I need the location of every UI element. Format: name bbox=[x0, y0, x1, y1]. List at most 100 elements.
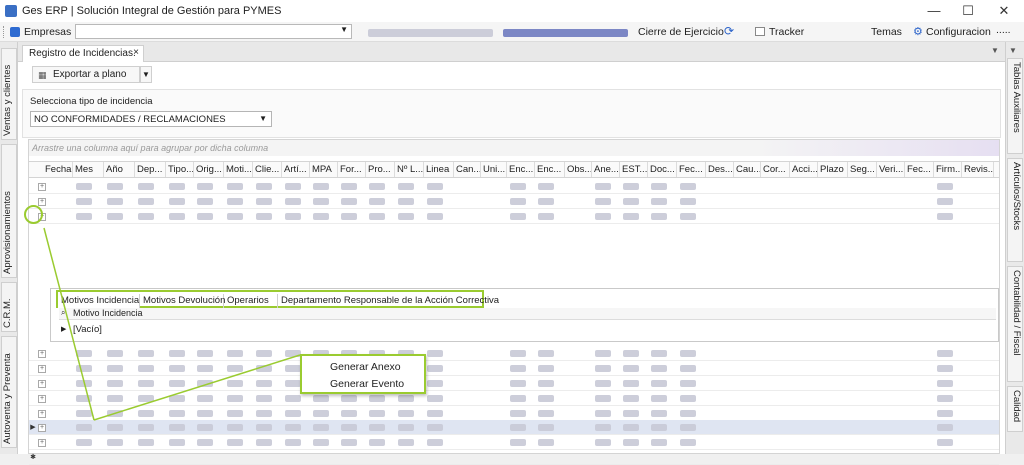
column-header[interactable]: Can... bbox=[454, 162, 481, 177]
column-header[interactable]: Cau... bbox=[734, 162, 761, 177]
menu-item-generar-evento[interactable]: Generar Evento bbox=[330, 378, 404, 390]
column-header[interactable]: Veri... bbox=[877, 162, 905, 177]
tracker-button[interactable]: Tracker bbox=[769, 26, 804, 38]
tab-departamento[interactable]: Departamento Responsable de la Acción Co… bbox=[278, 294, 499, 308]
column-header[interactable]: Moti... bbox=[224, 162, 253, 177]
tab-motivos-devolucion[interactable]: Motivos Devolución bbox=[140, 294, 225, 308]
column-header[interactable]: Firm... bbox=[934, 162, 962, 177]
cierre-ejercicio-button[interactable]: Cierre de Ejercicio bbox=[638, 26, 724, 38]
table-row[interactable]: + bbox=[29, 346, 999, 361]
cell-redacted bbox=[369, 183, 385, 190]
expand-icon[interactable]: + bbox=[38, 183, 46, 191]
column-header[interactable]: Obs... bbox=[565, 162, 592, 177]
table-row[interactable]: + bbox=[29, 194, 999, 209]
expand-icon[interactable]: + bbox=[38, 380, 46, 388]
close-icon[interactable]: ✕ bbox=[986, 0, 1022, 22]
sidebar-item-articulos[interactable]: Artículos/Stocks bbox=[1007, 158, 1023, 262]
column-header[interactable]: Artí... bbox=[282, 162, 310, 177]
sidebar-item-aprovisionamientos[interactable]: Aprovisionamientos bbox=[1, 144, 17, 278]
column-header[interactable]: Enc... bbox=[535, 162, 565, 177]
column-header[interactable]: Ane... bbox=[592, 162, 620, 177]
maximize-icon[interactable]: ☐ bbox=[950, 0, 986, 22]
column-header[interactable]: For... bbox=[338, 162, 366, 177]
sidebar-item-tablas-auxiliares[interactable]: Tablas Auxiliares bbox=[1007, 58, 1023, 154]
cell-redacted bbox=[227, 365, 243, 372]
tab-motivos-incidencia[interactable]: Motivos Incidencia bbox=[58, 294, 140, 308]
expand-icon[interactable]: + bbox=[38, 198, 46, 206]
table-row[interactable]: + bbox=[29, 179, 999, 194]
chevron-down-icon[interactable]: ▼ bbox=[1009, 46, 1017, 55]
expand-icon[interactable]: + bbox=[38, 365, 46, 373]
column-header[interactable]: MPA bbox=[310, 162, 338, 177]
column-header[interactable]: Dep... bbox=[135, 162, 166, 177]
cell-redacted bbox=[651, 380, 667, 387]
column-header[interactable]: Pro... bbox=[366, 162, 395, 177]
table-row[interactable]: + bbox=[29, 361, 999, 376]
expand-icon[interactable]: + bbox=[38, 424, 46, 432]
export-button[interactable]: ▦ Exportar a plano bbox=[32, 66, 140, 83]
expand-icon[interactable]: + bbox=[38, 395, 46, 403]
cell-redacted bbox=[680, 439, 696, 446]
configuracion-button[interactable]: Configuracion bbox=[926, 26, 991, 38]
column-header[interactable]: Fec... bbox=[677, 162, 706, 177]
export-dropdown[interactable]: ▼ bbox=[140, 66, 152, 83]
column-header[interactable]: Nº L... bbox=[395, 162, 424, 177]
column-header[interactable]: Año bbox=[104, 162, 135, 177]
tab-registro-incidencias[interactable]: Registro de Incidencias. × bbox=[22, 45, 144, 62]
column-header[interactable]: Plazo bbox=[818, 162, 848, 177]
table-row[interactable]: − bbox=[29, 209, 999, 224]
column-header[interactable]: Revis... bbox=[962, 162, 994, 177]
close-icon[interactable]: × bbox=[133, 47, 139, 58]
column-header[interactable]: Fecha bbox=[43, 162, 73, 177]
empresa-select[interactable]: ▼ bbox=[75, 24, 352, 39]
row-indicator-icon: ▶ bbox=[30, 424, 36, 431]
chevron-down-icon[interactable]: ▼ bbox=[991, 46, 999, 55]
column-header[interactable]: Mes bbox=[73, 162, 104, 177]
cell-redacted bbox=[341, 395, 357, 402]
minimize-icon[interactable]: — bbox=[916, 0, 952, 22]
table-row[interactable]: + bbox=[29, 391, 999, 406]
detail-row[interactable]: ▶ [Vacío] bbox=[59, 323, 996, 337]
column-header[interactable]: Cor... bbox=[761, 162, 790, 177]
tab-operarios[interactable]: Operarios bbox=[224, 294, 278, 308]
table-row[interactable]: + bbox=[29, 376, 999, 391]
column-header[interactable]: Acci... bbox=[790, 162, 818, 177]
grid-icon: ▦ bbox=[38, 70, 47, 80]
group-panel[interactable]: Arrastre una columna aquí para agrupar p… bbox=[29, 140, 999, 156]
column-header[interactable]: EST... bbox=[620, 162, 648, 177]
column-header[interactable]: Seg... bbox=[848, 162, 877, 177]
expand-icon[interactable]: + bbox=[38, 350, 46, 358]
column-header[interactable]: Orig... bbox=[194, 162, 224, 177]
expand-icon[interactable]: + bbox=[38, 410, 46, 418]
temas-button[interactable]: Temas bbox=[871, 26, 902, 38]
expand-icon[interactable]: + bbox=[38, 439, 46, 447]
search-icon[interactable]: ⌕ bbox=[61, 308, 65, 318]
column-header[interactable]: Enc... bbox=[507, 162, 535, 177]
cell-redacted bbox=[937, 213, 953, 220]
tipo-incidencia-select[interactable]: NO CONFORMIDADES / RECLAMACIONES ▼ bbox=[30, 111, 272, 127]
cell-redacted bbox=[256, 198, 272, 205]
sidebar-item-autoventa[interactable]: Autoventa y Preventa bbox=[1, 336, 17, 448]
table-row[interactable]: ▶ + bbox=[29, 420, 999, 435]
more-button[interactable]: ..... bbox=[996, 24, 1011, 36]
sidebar-item-crm[interactable]: C.R.M. bbox=[1, 282, 17, 332]
table-row[interactable]: + bbox=[29, 406, 999, 421]
column-header[interactable]: Fec... bbox=[905, 162, 934, 177]
refresh-icon[interactable]: ⟳ bbox=[724, 24, 734, 38]
column-header[interactable]: Clie... bbox=[253, 162, 282, 177]
sidebar-item-ventas[interactable]: Ventas y clientes bbox=[1, 48, 17, 140]
menu-item-generar-anexo[interactable]: Generar Anexo bbox=[330, 361, 401, 373]
table-row[interactable]: ✱ bbox=[29, 450, 999, 465]
column-header[interactable]: Des... bbox=[706, 162, 734, 177]
column-header[interactable]: Doc... bbox=[648, 162, 677, 177]
cell-redacted bbox=[595, 395, 611, 402]
sidebar-item-contabilidad[interactable]: Contabilidad / Fiscal bbox=[1007, 266, 1023, 382]
cell-redacted bbox=[427, 213, 443, 220]
column-header[interactable]: Uni... bbox=[481, 162, 507, 177]
cell-redacted bbox=[595, 424, 611, 431]
sidebar-item-calidad[interactable]: Calidad bbox=[1007, 386, 1023, 432]
table-row[interactable]: + bbox=[29, 435, 999, 450]
column-header[interactable]: Linea bbox=[424, 162, 454, 177]
cell-redacted bbox=[107, 380, 123, 387]
column-header[interactable]: Tipo... bbox=[166, 162, 194, 177]
